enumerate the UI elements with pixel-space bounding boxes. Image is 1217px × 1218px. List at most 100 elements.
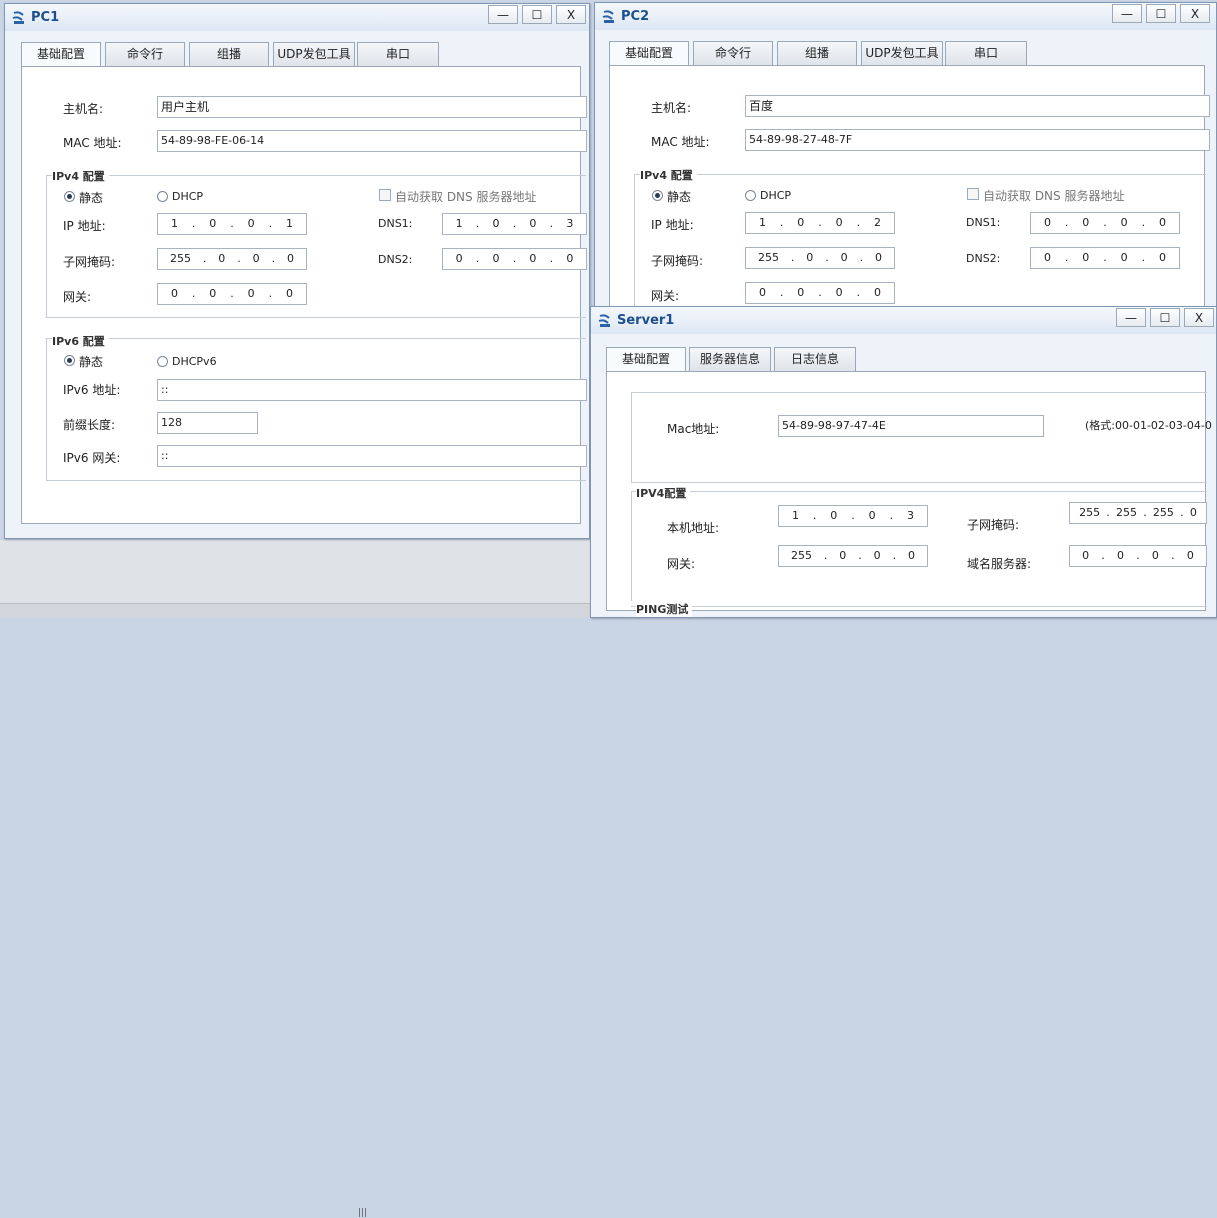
- dhcp-label: DHCP: [760, 189, 792, 202]
- ipv6-static-radio[interactable]: [64, 355, 75, 366]
- minimize-button[interactable]: —: [1112, 4, 1142, 23]
- gateway-field[interactable]: 0.0.0.0: [745, 282, 895, 304]
- maximize-button[interactable]: ☐: [1150, 308, 1180, 327]
- dns2-label: DNS2:: [378, 253, 413, 266]
- tab-udp-tool[interactable]: UDP发包工具: [273, 42, 355, 66]
- close-button[interactable]: X: [1184, 308, 1214, 327]
- dns-server-label: 域名服务器:: [967, 557, 1032, 571]
- static-radio[interactable]: [64, 191, 75, 202]
- mac-label: MAC 地址:: [63, 136, 122, 150]
- close-button[interactable]: X: [556, 5, 586, 24]
- mask-label: 子网掩码:: [651, 254, 704, 268]
- mac-field[interactable]: 54-89-98-97-47-4E: [778, 415, 1044, 437]
- static-radio[interactable]: [652, 190, 663, 201]
- auto-dns-checkbox[interactable]: [967, 188, 979, 200]
- gateway-field[interactable]: 0.0.0.0: [157, 283, 307, 305]
- static-label: 静态: [667, 190, 692, 204]
- ip-field[interactable]: 1.0.0.1: [157, 213, 307, 235]
- pc1-titlebar[interactable]: PC1 — ☐ X: [5, 4, 589, 31]
- tab-serial[interactable]: 串口: [945, 41, 1027, 65]
- maximize-button[interactable]: ☐: [1146, 4, 1176, 23]
- ipv6-gateway-label: IPv6 网关:: [63, 451, 121, 465]
- mask-label: 子网掩码:: [63, 255, 116, 269]
- ipv6-group-title: IPv6 配置: [52, 333, 109, 349]
- dns1-field[interactable]: 0.0.0.0: [1030, 212, 1180, 234]
- tab-basic-config[interactable]: 基础配置: [21, 42, 101, 66]
- mask-field[interactable]: 255. 0. 0. 0: [157, 248, 307, 270]
- local-address-label: 本机地址:: [667, 521, 720, 535]
- tab-serial[interactable]: 串口: [357, 42, 439, 66]
- network-device-icon: [12, 11, 24, 24]
- mac-label: MAC 地址:: [651, 135, 710, 149]
- auto-dns-checkbox[interactable]: [379, 189, 391, 201]
- minimize-button[interactable]: —: [1116, 308, 1146, 327]
- ip-label: IP 地址:: [651, 218, 694, 232]
- ip-label: IP 地址:: [63, 219, 106, 233]
- dhcp-radio[interactable]: [157, 191, 168, 202]
- ipv4-group-title: IPv4 配置: [640, 167, 697, 183]
- window-title: PC1: [31, 10, 60, 25]
- pc1-config-panel: 主机名: 用户主机 MAC 地址: 54-89-98-FE-06-14 IPv4…: [21, 66, 587, 524]
- auto-dns-label: 自动获取 DNS 服务器地址: [395, 190, 537, 204]
- ipv6-address-label: IPv6 地址:: [63, 383, 121, 397]
- network-device-icon: [602, 10, 614, 23]
- pc1-window: PC1 — ☐ X 基础配置 命令行 组播 UDP发包工具 串口 主机名: 用户…: [4, 3, 590, 539]
- tab-command-line[interactable]: 命令行: [105, 42, 185, 66]
- server1-config-panel: Mac地址: 54-89-98-97-47-4E (格式:00-01-02-03…: [606, 371, 1212, 617]
- server1-window: Server1 — ☐ X 基础配置 服务器信息 日志信息 Mac地址: 54-…: [590, 306, 1217, 618]
- ipv4-group-title: IPV4配置: [636, 485, 691, 501]
- ipv6-static-label: 静态: [79, 355, 104, 369]
- mask-label: 子网掩码:: [967, 518, 1020, 532]
- server1-titlebar[interactable]: Server1 — ☐ X: [591, 307, 1216, 334]
- network-device-icon: [598, 314, 610, 327]
- maximize-button[interactable]: ☐: [522, 5, 552, 24]
- hostname-field[interactable]: 百度: [745, 95, 1210, 117]
- ip-field[interactable]: 1.0.0.2: [745, 212, 895, 234]
- mac-field[interactable]: 54-89-98-FE-06-14: [157, 130, 587, 152]
- minimize-button[interactable]: —: [488, 5, 518, 24]
- tab-udp-tool[interactable]: UDP发包工具: [861, 41, 943, 65]
- pc2-window: PC2 — ☐ X 基础配置 命令行 组播 UDP发包工具 串口 主机名: 百度…: [594, 2, 1217, 312]
- scroll-grip-icon[interactable]: |||: [358, 1208, 367, 1218]
- dns1-field[interactable]: 1.0.0.3: [442, 213, 587, 235]
- gateway-label: 网关:: [63, 290, 92, 304]
- gateway-label: 网关:: [667, 557, 696, 571]
- mask-field[interactable]: 255. 255. 255. 0: [1069, 502, 1207, 524]
- dhcp-radio[interactable]: [745, 190, 756, 201]
- dns2-label: DNS2:: [966, 252, 1001, 265]
- format-hint: (格式:00-01-02-03-04-0: [1085, 419, 1212, 432]
- dhcp-label: DHCP: [172, 190, 204, 203]
- dhcpv6-radio[interactable]: [157, 356, 168, 367]
- prefix-length-field[interactable]: 128: [157, 412, 258, 434]
- tab-command-line[interactable]: 命令行: [693, 41, 773, 65]
- tab-multicast[interactable]: 组播: [777, 41, 857, 65]
- hostname-field[interactable]: 用户主机: [157, 96, 587, 118]
- ipv4-group-title: IPv4 配置: [52, 168, 109, 184]
- tab-server-info[interactable]: 服务器信息: [689, 347, 771, 371]
- window-title: Server1: [617, 313, 675, 328]
- ipv6-address-field[interactable]: ::: [157, 379, 587, 401]
- prefix-length-label: 前缀长度:: [63, 418, 116, 432]
- close-button[interactable]: X: [1180, 4, 1210, 23]
- hostname-label: 主机名:: [651, 101, 692, 115]
- horizontal-scrollbar[interactable]: |||: [0, 603, 590, 1218]
- tab-log-info[interactable]: 日志信息: [774, 347, 856, 371]
- auto-dns-label: 自动获取 DNS 服务器地址: [983, 189, 1125, 203]
- ipv6-gateway-field[interactable]: ::: [157, 445, 587, 467]
- pc2-titlebar[interactable]: PC2 — ☐ X: [595, 3, 1216, 30]
- dhcpv6-label: DHCPv6: [172, 355, 217, 368]
- tab-basic-config[interactable]: 基础配置: [606, 347, 686, 371]
- dns2-field[interactable]: 0.0.0.0: [1030, 247, 1180, 269]
- dns-server-field[interactable]: 0.0.0.0: [1069, 545, 1207, 567]
- tab-basic-config[interactable]: 基础配置: [609, 41, 689, 65]
- gateway-label: 网关:: [651, 289, 680, 303]
- mac-field[interactable]: 54-89-98-27-48-7F: [745, 129, 1210, 151]
- static-label: 静态: [79, 191, 104, 205]
- mask-field[interactable]: 255. 0. 0. 0: [745, 247, 895, 269]
- hostname-label: 主机名:: [63, 102, 104, 116]
- dns2-field[interactable]: 0.0.0.0: [442, 248, 587, 270]
- gateway-field[interactable]: 255. 0. 0. 0: [778, 545, 928, 567]
- local-address-field[interactable]: 1.0.0.3: [778, 505, 928, 527]
- tab-multicast[interactable]: 组播: [189, 42, 269, 66]
- window-title: PC2: [621, 9, 650, 24]
